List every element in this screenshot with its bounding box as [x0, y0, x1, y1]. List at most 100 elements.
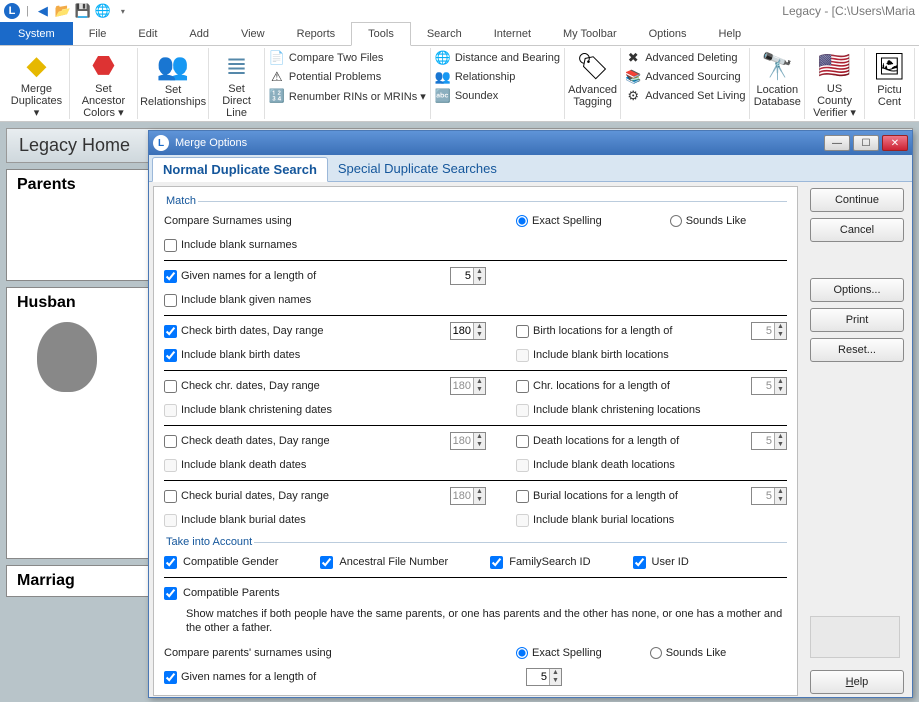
- help-button[interactable]: Help: [810, 670, 904, 694]
- given-names-length-input[interactable]: ▲▼: [450, 267, 486, 285]
- ribbon-relationship[interactable]: 👥Relationship: [435, 69, 560, 85]
- merge-options-dialog: L Merge Options — ☐ ✕ Normal Duplicate S…: [148, 130, 913, 698]
- include-blank-birth-loc-checkbox: [516, 349, 529, 362]
- ribbon-distance-bearing[interactable]: 🌐Distance and Bearing: [435, 50, 560, 66]
- save-icon[interactable]: 💾: [75, 3, 91, 19]
- dialog-icon: L: [153, 135, 169, 151]
- globe-icon[interactable]: 🌐: [95, 3, 111, 19]
- menu-view[interactable]: View: [225, 22, 281, 45]
- compare-parents-surnames-label: Compare parents' surnames using: [164, 647, 332, 659]
- include-blank-birth-checkbox[interactable]: [164, 349, 177, 362]
- window-title: Legacy - [C:\Users\Maria: [782, 4, 915, 18]
- back-icon[interactable]: ◀: [35, 3, 51, 19]
- ribbon-set-relationships[interactable]: 👥SetRelationships: [138, 48, 209, 119]
- maximize-button[interactable]: ☐: [853, 135, 879, 151]
- include-blank-death-checkbox: [164, 459, 177, 472]
- person-silhouette-icon: [37, 322, 97, 392]
- include-blank-death-loc-checkbox: [516, 459, 529, 472]
- check-birth-dates-checkbox[interactable]: [164, 325, 177, 338]
- burial-locations-checkbox[interactable]: [516, 490, 529, 503]
- minimize-button[interactable]: —: [824, 135, 850, 151]
- app-logo-icon: L: [4, 3, 20, 19]
- menu-internet[interactable]: Internet: [478, 22, 547, 45]
- parents-given-names-checkbox[interactable]: [164, 671, 177, 684]
- check-burial-dates-checkbox[interactable]: [164, 490, 177, 503]
- chr-day-range-input[interactable]: ▲▼: [450, 377, 486, 395]
- check-death-dates-checkbox[interactable]: [164, 435, 177, 448]
- dialog-titlebar[interactable]: L Merge Options — ☐ ✕: [149, 131, 912, 155]
- include-blank-chr-loc-checkbox: [516, 404, 529, 417]
- take-into-account-fieldset: Take into Account Compatible Gender Ance…: [164, 536, 787, 689]
- menu-file[interactable]: File: [73, 22, 123, 45]
- menu-add[interactable]: Add: [173, 22, 225, 45]
- parents-sounds-radio[interactable]: [650, 647, 662, 659]
- burial-day-range-input[interactable]: ▲▼: [450, 487, 486, 505]
- ribbon-us-county-verifier[interactable]: 🇺🇸US CountyVerifier ▾: [805, 48, 865, 119]
- include-blank-given-checkbox[interactable]: [164, 294, 177, 307]
- ribbon-set-direct-line[interactable]: ≣Set DirectLine: [209, 48, 265, 119]
- dialog-buttons: Continue Cancel Options... Print Reset..…: [802, 182, 912, 700]
- ribbon-renumber[interactable]: 🔢Renumber RINs or MRINs ▾: [269, 88, 426, 104]
- options-button[interactable]: Options...: [810, 278, 904, 302]
- dialog-content: Match Compare Surnames using Exact Spell…: [153, 186, 798, 696]
- menu-options[interactable]: Options: [633, 22, 703, 45]
- print-button[interactable]: Print: [810, 308, 904, 332]
- menu-tools[interactable]: Tools: [351, 22, 411, 46]
- ribbon-advanced-deleting[interactable]: ✖Advanced Deleting: [625, 50, 745, 66]
- birth-locations-checkbox[interactable]: [516, 325, 529, 338]
- fsid-checkbox[interactable]: [490, 556, 503, 569]
- ribbon-advanced-set-living[interactable]: ⚙Advanced Set Living: [625, 88, 745, 104]
- death-loc-length-input[interactable]: ▲▼: [751, 432, 787, 450]
- compare-surnames-label: Compare Surnames using: [164, 215, 292, 227]
- parents-given-length-input[interactable]: ▲▼: [526, 668, 562, 686]
- ribbon-compare-two-files[interactable]: 📄Compare Two Files: [269, 50, 426, 66]
- chr-loc-length-input[interactable]: ▲▼: [751, 377, 787, 395]
- close-button[interactable]: ✕: [882, 135, 908, 151]
- tab-special-duplicate[interactable]: Special Duplicate Searches: [328, 157, 507, 181]
- ribbon-advanced-tagging[interactable]: 🏷AdvancedTagging: [565, 48, 621, 119]
- check-chr-dates-checkbox[interactable]: [164, 380, 177, 393]
- birth-loc-length-input[interactable]: ▲▼: [751, 322, 787, 340]
- preview-placeholder: [810, 616, 900, 658]
- birth-day-range-input[interactable]: ▲▼: [450, 322, 486, 340]
- compatible-parents-note: Show matches if both people have the sam…: [186, 607, 787, 635]
- open-icon[interactable]: 📂: [55, 3, 71, 19]
- ribbon-potential-problems[interactable]: ⚠Potential Problems: [269, 69, 426, 85]
- ribbon-picture-center[interactable]: 🖼PictuCent: [865, 48, 915, 119]
- death-day-range-input[interactable]: ▲▼: [450, 432, 486, 450]
- menu-edit[interactable]: Edit: [122, 22, 173, 45]
- reset-button[interactable]: Reset...: [810, 338, 904, 362]
- userid-checkbox[interactable]: [633, 556, 646, 569]
- menu-help[interactable]: Help: [703, 22, 758, 45]
- exact-spelling-radio[interactable]: [516, 215, 528, 227]
- death-locations-checkbox[interactable]: [516, 435, 529, 448]
- ribbon-set-ancestor-colors[interactable]: ⬣Set AncestorColors ▾: [70, 48, 138, 119]
- title-bar: L | ◀ 📂 💾 🌐 ▾ Legacy - [C:\Users\Maria: [0, 0, 919, 22]
- ribbon-advanced-sourcing[interactable]: 📚Advanced Sourcing: [625, 69, 745, 85]
- tab-normal-duplicate[interactable]: Normal Duplicate Search: [152, 157, 328, 182]
- ribbon-soundex[interactable]: 🔤Soundex: [435, 88, 560, 104]
- given-names-checkbox[interactable]: [164, 270, 177, 283]
- menu-reports[interactable]: Reports: [281, 22, 352, 45]
- afn-checkbox[interactable]: [320, 556, 333, 569]
- ribbon: ◆MergeDuplicates ▾ ⬣Set AncestorColors ▾…: [0, 46, 919, 122]
- ribbon-location-database[interactable]: 🔭LocationDatabase: [750, 48, 805, 119]
- match-legend: Match: [164, 195, 198, 207]
- continue-button[interactable]: Continue: [810, 188, 904, 212]
- chr-locations-checkbox[interactable]: [516, 380, 529, 393]
- qat-dropdown-icon[interactable]: ▾: [115, 3, 131, 19]
- cancel-button[interactable]: Cancel: [810, 218, 904, 242]
- dialog-tabs: Normal Duplicate Search Special Duplicat…: [149, 155, 912, 182]
- compatible-parents-checkbox[interactable]: [164, 587, 177, 600]
- burial-loc-length-input[interactable]: ▲▼: [751, 487, 787, 505]
- compatible-gender-checkbox[interactable]: [164, 556, 177, 569]
- account-legend: Take into Account: [164, 536, 254, 548]
- include-blank-surnames-checkbox[interactable]: [164, 239, 177, 252]
- menu-mytoolbar[interactable]: My Toolbar: [547, 22, 633, 45]
- sounds-like-radio[interactable]: [670, 215, 682, 227]
- parents-exact-radio[interactable]: [516, 647, 528, 659]
- menu-system[interactable]: System: [0, 22, 73, 45]
- menu-search[interactable]: Search: [411, 22, 478, 45]
- include-blank-burial-checkbox: [164, 514, 177, 527]
- ribbon-merge-duplicates[interactable]: ◆MergeDuplicates ▾: [4, 48, 70, 119]
